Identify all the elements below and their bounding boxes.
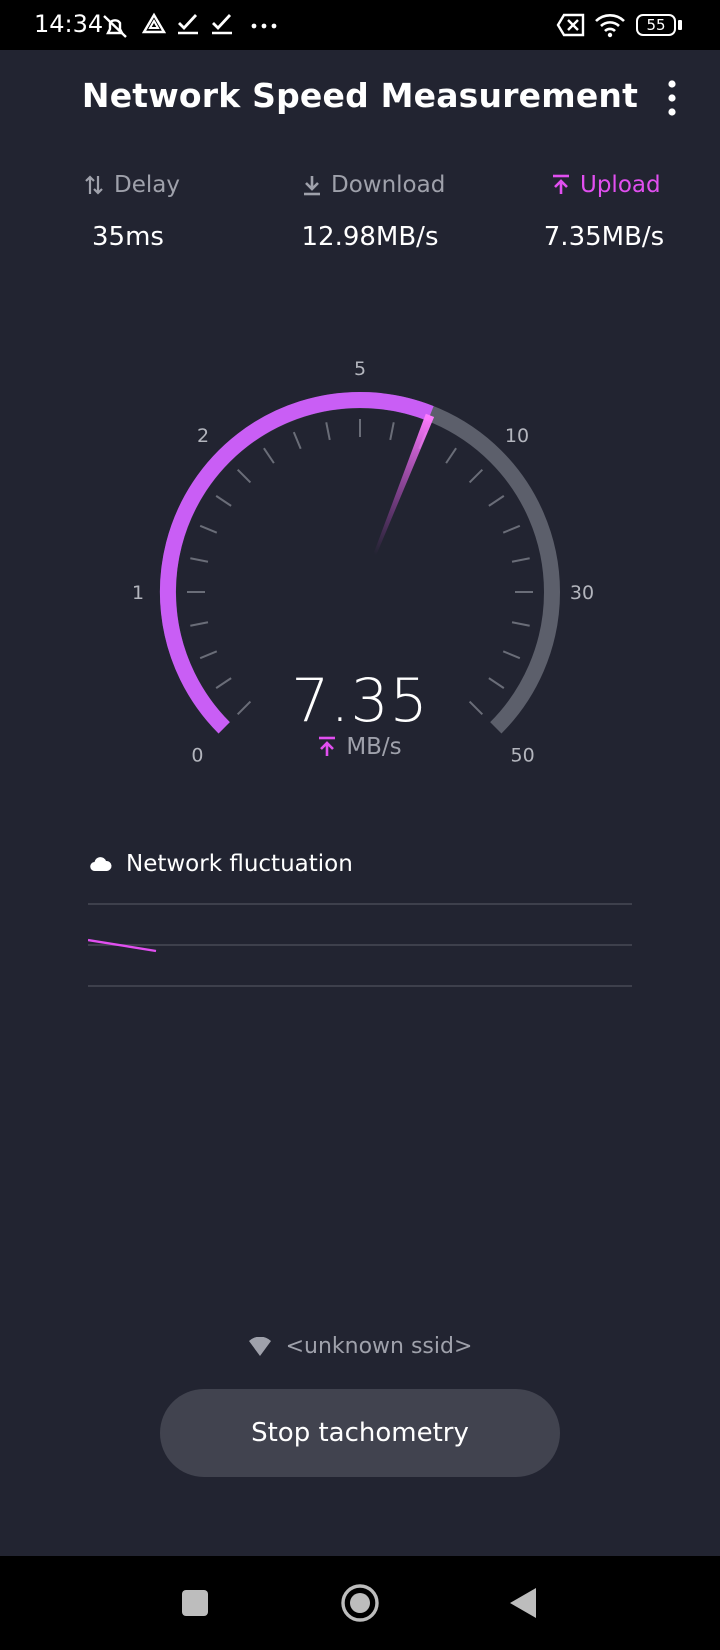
navigation-bar xyxy=(0,1556,720,1650)
ssid-text: <unknown ssid> xyxy=(285,1334,473,1359)
gauge-tick xyxy=(190,621,209,627)
gauge-tick xyxy=(292,431,302,450)
page-title: Network Speed Measurement xyxy=(81,76,639,115)
battery-level: 55 xyxy=(646,16,666,34)
upload-label-row: Upload xyxy=(552,172,661,198)
gauge-tick xyxy=(215,495,232,507)
delay-value: 35ms xyxy=(92,222,164,252)
gauge-tick xyxy=(236,468,252,484)
gauge-scale-label: 1 xyxy=(132,582,144,604)
more-dots-icon xyxy=(251,23,277,29)
status-bar: 14:34 55 xyxy=(0,0,720,50)
gauge-tick xyxy=(325,422,331,441)
gauge-tick xyxy=(263,447,275,464)
fluctuation-header: Network fluctuation xyxy=(90,851,353,877)
delay-label-row: Delay xyxy=(84,172,180,198)
battery-icon: 55 xyxy=(636,14,676,36)
more-vertical-icon[interactable] xyxy=(660,78,684,118)
gauge-tick xyxy=(511,557,530,563)
muted-alarm-icon xyxy=(103,15,127,38)
speed-value: 7.35 xyxy=(291,666,429,736)
gauge-tick xyxy=(511,621,530,627)
gauge-needle-shape xyxy=(373,413,435,556)
back-triangle-icon[interactable] xyxy=(508,1586,538,1620)
status-time: 14:34 xyxy=(34,10,104,38)
gauge-tick xyxy=(199,650,218,660)
gauge-tick xyxy=(389,422,395,441)
download-value: 12.98MB/s xyxy=(301,222,439,252)
gauge-needle xyxy=(373,413,435,556)
recents-square-icon[interactable] xyxy=(182,1590,208,1616)
gauge-scale-label: 2 xyxy=(197,425,209,447)
upload-label: Upload xyxy=(580,172,661,198)
gauge-tick xyxy=(502,650,521,660)
gauge-tick xyxy=(488,495,505,507)
speed-unit-row: MB/s xyxy=(0,734,720,760)
download-label: Download xyxy=(331,172,446,198)
home-circle-icon[interactable] xyxy=(340,1583,380,1623)
drive-icon xyxy=(142,12,166,34)
gauge-scale-label: 10 xyxy=(505,425,529,447)
gauge-tick xyxy=(502,524,521,534)
battery-tip xyxy=(678,20,682,30)
gauge-tick xyxy=(199,524,218,534)
gauge-tick xyxy=(190,557,209,563)
upload-icon xyxy=(319,736,336,756)
gauge-tick xyxy=(445,447,457,464)
delay-label: Delay xyxy=(114,172,180,198)
swap-arrows-icon xyxy=(85,175,103,195)
gauge-scale-label: 30 xyxy=(570,582,594,604)
fluctuation-chart xyxy=(88,903,632,987)
speed-unit: MB/s xyxy=(346,734,402,760)
sim-off-icon xyxy=(556,13,585,37)
download-icon xyxy=(304,176,320,196)
wifi-icon xyxy=(595,14,625,38)
fluctuation-title: Network fluctuation xyxy=(126,851,353,877)
check-icon xyxy=(212,14,232,35)
gauge-tick xyxy=(468,468,484,484)
cloud-icon xyxy=(90,857,112,872)
ssid-row: <unknown ssid> xyxy=(0,1334,720,1359)
stop-tachometry-button[interactable]: Stop tachometry xyxy=(160,1389,560,1477)
download-label-row: Download xyxy=(303,172,445,198)
upload-value: 7.35MB/s xyxy=(543,222,665,252)
wifi-signal-icon xyxy=(248,1336,271,1356)
upload-icon xyxy=(553,174,569,194)
check-icon xyxy=(178,14,198,35)
gauge-scale-label: 5 xyxy=(354,358,366,380)
